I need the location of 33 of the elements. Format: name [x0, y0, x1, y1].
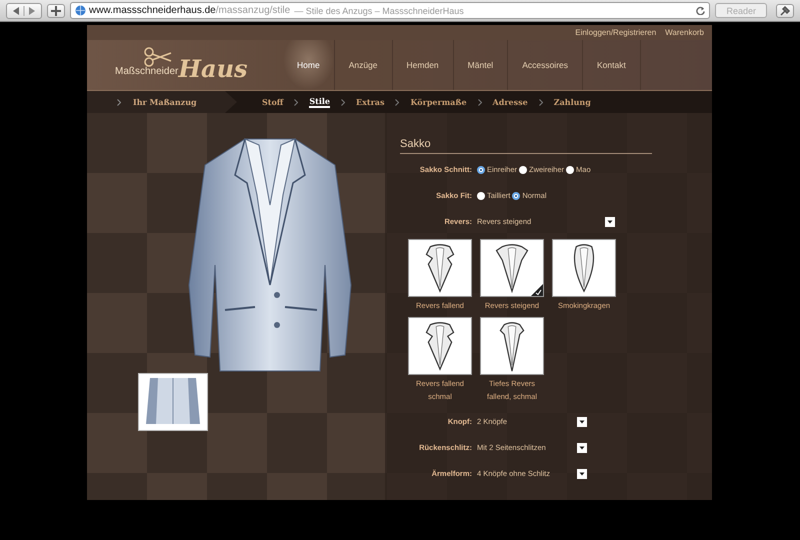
- nav-tab[interactable]: Hemden: [392, 40, 454, 90]
- chevron-icon: [117, 98, 121, 106]
- address-bar[interactable]: www.massschneiderhaus.de/massanzug/stile — Stile des Anzugs – MassschneiderHaus: [70, 2, 710, 19]
- chevron-icon: [341, 98, 346, 106]
- nav-tab[interactable]: Accessoires: [508, 40, 584, 90]
- nav-tab[interactable]: Mäntel: [454, 40, 508, 90]
- step-link[interactable]: Stile: [309, 96, 330, 108]
- reload-icon[interactable]: [696, 6, 706, 15]
- check-icon: [531, 284, 543, 296]
- chevron-icon: [478, 98, 482, 106]
- chevron-icon: [294, 98, 298, 106]
- header-link[interactable]: Einloggen/Registrieren: [575, 28, 656, 37]
- jacket-back-thumbnail[interactable]: [138, 373, 208, 431]
- step-link[interactable]: Extras: [356, 97, 384, 107]
- nav-tab[interactable]: Home: [283, 40, 335, 90]
- globe-icon: [75, 5, 86, 16]
- step-link[interactable]: Stoff: [262, 97, 284, 107]
- scissors-icon: [143, 47, 173, 67]
- step-link[interactable]: Körpermaße: [410, 97, 467, 107]
- chevron-icon: [538, 98, 543, 106]
- add-tab-button[interactable]: [47, 4, 65, 18]
- extension-button[interactable]: [776, 4, 794, 18]
- step-start-tab[interactable]: Ihr Maßanzug: [87, 91, 237, 113]
- back-forward-buttons[interactable]: [6, 2, 42, 18]
- nav-tab[interactable]: Anzüge: [334, 40, 393, 90]
- section-title: Sakko: [400, 138, 652, 154]
- step-start-label: Ihr Maßanzug: [133, 97, 197, 107]
- header-link[interactable]: Warenkorb: [665, 28, 704, 37]
- nav-tab[interactable]: Kontakt: [583, 40, 641, 90]
- step-link[interactable]: Adresse: [492, 97, 528, 107]
- logo[interactable]: MaßschneiderHaus: [87, 47, 283, 83]
- step-link[interactable]: Zahlung: [554, 97, 591, 107]
- chevron-icon: [395, 98, 400, 106]
